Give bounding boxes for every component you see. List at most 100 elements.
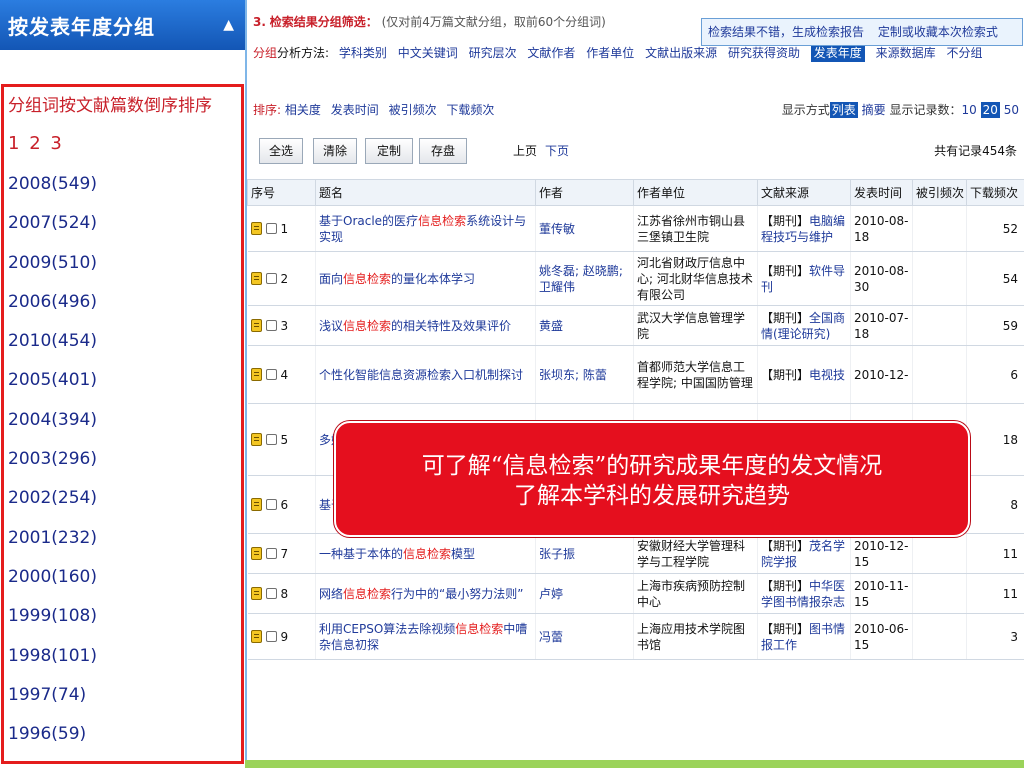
row-checkbox[interactable] [265, 273, 277, 284]
row-checkbox[interactable] [265, 369, 277, 380]
title-cell[interactable]: 网络信息检索行为中的“最小努力法则” [315, 573, 536, 614]
title-cell[interactable]: 个性化智能信息资源检索入口机制探讨 [315, 345, 536, 404]
group-page-3[interactable]: 3 [50, 133, 62, 154]
title-cell[interactable]: 一种基于本体的信息检索模型 [315, 533, 536, 574]
row-checkbox[interactable] [265, 548, 277, 559]
method-source[interactable]: 文献出版来源 [645, 46, 717, 60]
group-page-2[interactable]: 2 [29, 133, 41, 154]
notepad-icon[interactable] [250, 319, 262, 332]
year-group-item[interactable]: 2010(454) [8, 324, 241, 363]
year-group-item[interactable]: 2006(496) [8, 285, 241, 324]
year-group-item[interactable]: 1997(74) [8, 678, 241, 717]
notepad-icon[interactable] [250, 587, 262, 600]
method-keyword[interactable]: 中文关键词 [398, 46, 458, 60]
year-group-item[interactable]: 2007(524) [8, 206, 241, 245]
source-cell[interactable]: 【期刊】电视技 [757, 345, 851, 404]
year-group-item[interactable]: 2005(401) [8, 363, 241, 402]
year-group-item[interactable]: 2001(232) [8, 521, 241, 560]
title-cell[interactable]: 浅议信息检索的相关特性及效果评价 [315, 305, 536, 346]
method-subject[interactable]: 学科类别 [339, 46, 387, 60]
year-group-item[interactable]: 1999(108) [8, 599, 241, 638]
method-level[interactable]: 研究层次 [469, 46, 517, 60]
author-cell[interactable]: 张坝东; 陈蕾 [535, 345, 634, 404]
title-text[interactable]: 行为中的“最小努力法则” [391, 587, 523, 601]
sort-downloads[interactable]: 下载频次 [446, 103, 494, 117]
method-year-selected[interactable]: 发表年度 [810, 44, 865, 62]
source-cell[interactable]: 【期刊】中华医学图书情报杂志 [757, 573, 851, 614]
custom-button[interactable]: 定制 [365, 138, 413, 164]
title-text[interactable]: 利用CEPSO算法去除视频 [319, 622, 455, 636]
title-keyword[interactable]: 信息检索 [343, 587, 391, 601]
year-group-item[interactable]: 1996(59) [8, 717, 241, 756]
title-keyword[interactable]: 信息检索 [455, 622, 503, 636]
source-cell[interactable]: 【期刊】电脑编程技巧与维护 [757, 205, 851, 252]
title-keyword[interactable]: 信息检索 [343, 272, 391, 286]
title-cell[interactable]: 基于Oracle的医疗信息检索系统设计与实现 [315, 205, 536, 252]
title-keyword[interactable]: 信息检索 [418, 214, 466, 228]
row-checkbox[interactable] [265, 320, 277, 331]
year-group-item[interactable]: 2003(296) [8, 442, 241, 481]
triangle-up-icon[interactable]: ▲ [223, 17, 235, 33]
title-text[interactable]: 浅议 [319, 319, 343, 333]
method-none[interactable]: 不分组 [946, 46, 982, 60]
author-cell[interactable]: 卢婷 [535, 573, 634, 614]
row-checkbox[interactable] [265, 223, 277, 234]
title-text[interactable]: 的相关特性及效果评价 [391, 319, 511, 333]
source-cell[interactable]: 【期刊】茂名学院学报 [757, 533, 851, 574]
method-org[interactable]: 作者单位 [586, 46, 634, 60]
select-all-button[interactable]: 全选 [259, 138, 303, 164]
group-page-1[interactable]: 1 [8, 133, 20, 154]
title-keyword[interactable]: 信息检索 [343, 319, 391, 333]
prev-page-link[interactable]: 上页 [513, 144, 537, 158]
notepad-icon[interactable] [250, 272, 262, 285]
notepad-icon[interactable] [250, 630, 262, 643]
title-cell[interactable]: 利用CEPSO算法去除视频信息检索中嘈杂信息初探 [315, 613, 536, 660]
year-group-item[interactable]: 1998(101) [8, 639, 241, 678]
row-checkbox[interactable] [265, 499, 277, 510]
method-database[interactable]: 来源数据库 [876, 46, 936, 60]
sort-cited[interactable]: 被引频次 [389, 103, 437, 117]
author-cell[interactable]: 冯蕾 [535, 613, 634, 660]
notepad-icon[interactable] [250, 498, 262, 511]
count-10[interactable]: 10 [962, 103, 977, 117]
sort-by-count-link[interactable]: 分组词按文献篇数倒序排序 [8, 91, 241, 127]
title-text[interactable]: 个性化智能信息资源检索入口机制探讨 [319, 368, 523, 382]
display-abstract-option[interactable]: 摘要 [862, 103, 886, 117]
clear-button[interactable]: 清除 [313, 138, 357, 164]
sort-date[interactable]: 发表时间 [331, 103, 379, 117]
notepad-icon[interactable] [250, 368, 262, 381]
next-page-link[interactable]: 下页 [545, 144, 569, 158]
sort-relevance[interactable]: 相关度 [285, 103, 321, 117]
source-cell[interactable]: 【期刊】全国商情(理论研究) [757, 305, 851, 346]
source-cell[interactable]: 【期刊】图书情报工作 [757, 613, 851, 660]
display-list-option[interactable]: 列表 [829, 102, 858, 118]
title-text[interactable]: 网络 [319, 587, 343, 601]
method-author[interactable]: 文献作者 [527, 46, 575, 60]
count-20-selected[interactable]: 20 [980, 102, 1000, 118]
source-cell[interactable]: 【期刊】软件导刊 [757, 251, 851, 306]
author-cell[interactable]: 黄盛 [535, 305, 634, 346]
title-text[interactable]: 模型 [451, 547, 475, 561]
save-query-link[interactable]: 定制或收藏本次检索式 [878, 25, 998, 39]
author-cell[interactable]: 姚冬磊; 赵晓鹏; 卫耀伟 [535, 251, 634, 306]
generate-report-link[interactable]: 检索结果不错，生成检索报告 [708, 25, 864, 39]
year-group-item[interactable]: 2004(394) [8, 403, 241, 442]
title-text[interactable]: 基于Oracle的医疗 [319, 214, 418, 228]
group-panel-header[interactable]: 按发表年度分组 ▲ [0, 0, 245, 50]
notepad-icon[interactable] [250, 433, 262, 446]
method-fund[interactable]: 研究获得资助 [728, 46, 800, 60]
author-cell[interactable]: 董传敏 [535, 205, 634, 252]
title-text[interactable]: 一种基于本体的 [319, 547, 403, 561]
row-checkbox[interactable] [265, 434, 277, 445]
year-group-item[interactable]: 2002(254) [8, 481, 241, 520]
notepad-icon[interactable] [250, 547, 262, 560]
save-button[interactable]: 存盘 [419, 138, 467, 164]
year-group-item[interactable]: 2000(160) [8, 560, 241, 599]
year-group-item[interactable]: 2009(510) [8, 246, 241, 285]
title-text[interactable]: 面向 [319, 272, 343, 286]
count-50[interactable]: 50 [1004, 103, 1019, 117]
title-text[interactable]: 的量化本体学习 [391, 272, 475, 286]
author-cell[interactable]: 张子振 [535, 533, 634, 574]
title-cell[interactable]: 面向信息检索的量化本体学习 [315, 251, 536, 306]
row-checkbox[interactable] [265, 631, 277, 642]
